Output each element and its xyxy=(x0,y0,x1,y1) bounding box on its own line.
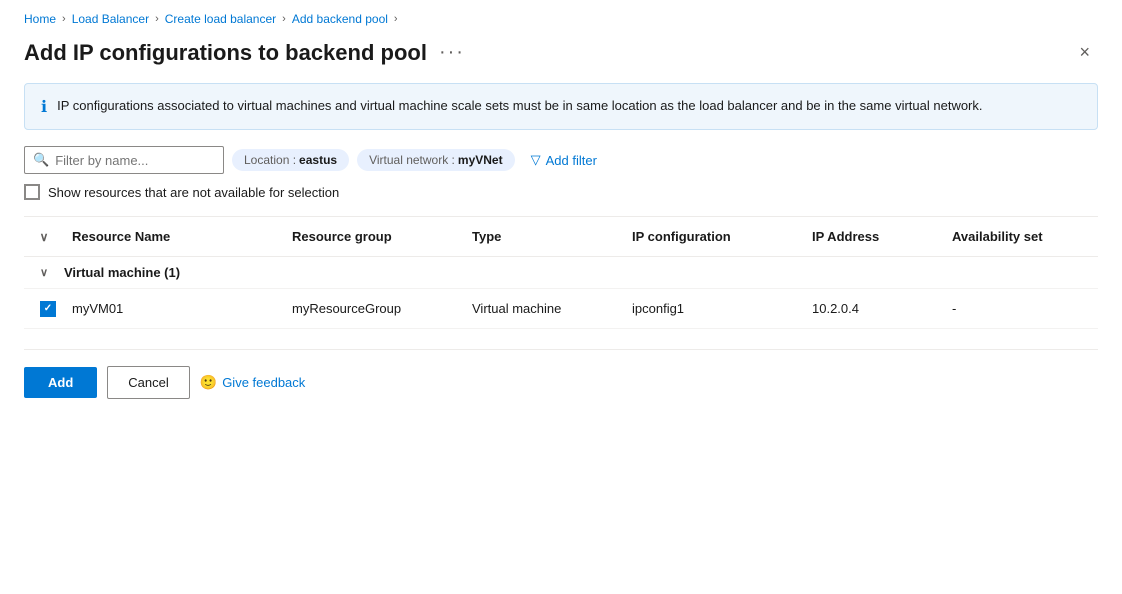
page-title: Add IP configurations to backend pool xyxy=(24,40,427,66)
feedback-label: Give feedback xyxy=(222,375,305,390)
show-unavailable-row: Show resources that are not available fo… xyxy=(24,184,1098,200)
col-header-ip-address: IP Address xyxy=(804,225,944,248)
cancel-button[interactable]: Cancel xyxy=(107,366,189,399)
title-row: Add IP configurations to backend pool ··… xyxy=(24,38,1098,67)
cell-ip-configuration: ipconfig1 xyxy=(624,297,804,320)
cell-availability-set: - xyxy=(944,297,1098,320)
feedback-icon: 🙂 xyxy=(200,374,217,391)
cell-type: Virtual machine xyxy=(464,297,624,320)
filter-row: 🔍 Location : eastus Virtual network : my… xyxy=(24,146,1098,174)
search-box[interactable]: 🔍 xyxy=(24,146,224,174)
col-header-type: Type xyxy=(464,225,624,248)
cell-ip-address: 10.2.0.4 xyxy=(804,297,944,320)
location-chip-value: eastus xyxy=(299,153,337,167)
filter-funnel-icon: ▽ xyxy=(531,152,541,168)
info-banner: ℹ IP configurations associated to virtua… xyxy=(24,83,1098,130)
vnet-chip-value: myVNet xyxy=(458,153,503,167)
location-filter-chip[interactable]: Location : eastus xyxy=(232,149,349,171)
breadcrumb-home[interactable]: Home xyxy=(24,12,56,26)
footer-buttons: Add Cancel 🙂 Give feedback xyxy=(24,366,1098,415)
cell-resource-name: myVM01 xyxy=(64,297,284,320)
breadcrumb: Home › Load Balancer › Create load balan… xyxy=(24,12,1098,26)
col-header-resource-name: Resource Name xyxy=(64,225,284,248)
resource-table: ∨ Resource Name Resource group Type IP c… xyxy=(24,216,1098,329)
group-row-virtual-machine: ∨ Virtual machine (1) xyxy=(24,257,1098,289)
table-row: ✓ myVM01 myResourceGroup Virtual machine… xyxy=(24,289,1098,329)
cell-resource-group: myResourceGroup xyxy=(284,297,464,320)
row-select-checkbox[interactable]: ✓ xyxy=(40,301,56,317)
add-button[interactable]: Add xyxy=(24,367,97,398)
search-icon: 🔍 xyxy=(33,152,49,168)
location-chip-key: Location : xyxy=(244,153,296,167)
col-header-ip-config: IP configuration xyxy=(624,225,804,248)
col-header-resource-group: Resource group xyxy=(284,225,464,248)
group-chevron-icon[interactable]: ∨ xyxy=(24,266,64,279)
info-icon: ℹ xyxy=(41,97,47,117)
breadcrumb-add-backend-pool[interactable]: Add backend pool xyxy=(292,12,388,26)
close-button[interactable]: × xyxy=(1071,38,1098,67)
footer-divider xyxy=(24,349,1098,350)
row-checkbox-cell: ✓ xyxy=(24,301,64,317)
show-unavailable-label: Show resources that are not available fo… xyxy=(48,185,339,200)
checkmark-icon: ✓ xyxy=(44,303,52,314)
group-label: Virtual machine (1) xyxy=(64,265,1098,280)
add-filter-label: Add filter xyxy=(546,153,597,168)
vnet-filter-chip[interactable]: Virtual network : myVNet xyxy=(357,149,515,171)
more-options-button[interactable]: ··· xyxy=(439,41,465,64)
show-unavailable-checkbox[interactable] xyxy=(24,184,40,200)
collapse-all-icon[interactable]: ∨ xyxy=(24,225,64,248)
vnet-chip-key: Virtual network : xyxy=(369,153,455,167)
col-header-availability-set: Availability set xyxy=(944,225,1098,248)
breadcrumb-create-load-balancer[interactable]: Create load balancer xyxy=(165,12,276,26)
table-header: ∨ Resource Name Resource group Type IP c… xyxy=(24,217,1098,257)
info-banner-text: IP configurations associated to virtual … xyxy=(57,96,982,116)
search-input[interactable] xyxy=(55,153,215,168)
feedback-link[interactable]: 🙂 Give feedback xyxy=(200,374,306,391)
breadcrumb-load-balancer[interactable]: Load Balancer xyxy=(72,12,149,26)
add-filter-button[interactable]: ▽ Add filter xyxy=(523,148,605,172)
